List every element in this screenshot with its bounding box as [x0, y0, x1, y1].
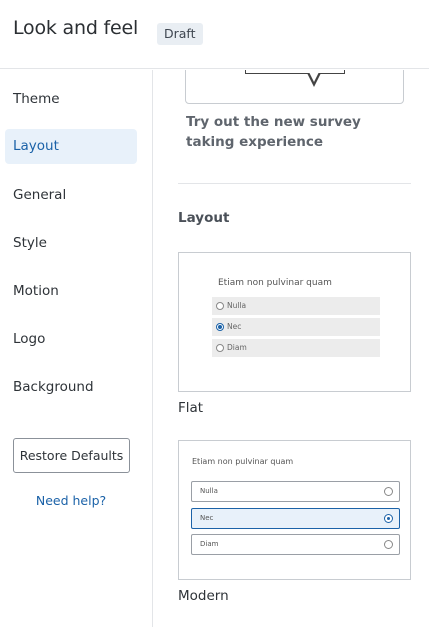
sidebar: Theme Layout General Style Motion Logo B…	[0, 70, 153, 627]
modern-choice-label: Nulla	[200, 487, 218, 495]
sidebar-item-motion[interactable]: Motion	[5, 274, 137, 309]
radio-icon	[216, 344, 224, 352]
main-panel: Try out the new survey taking experience…	[154, 70, 429, 627]
sidebar-item-layout[interactable]: Layout	[5, 129, 137, 164]
radio-selected-icon	[384, 514, 393, 523]
page-header: Look and feel Draft	[0, 0, 429, 69]
modern-choice-row: Diam	[191, 534, 400, 555]
layout-option-flat-label: Flat	[178, 400, 204, 416]
radio-selected-icon	[216, 323, 224, 331]
modern-question-text: Etiam non pulvinar quam	[192, 457, 294, 466]
flat-question-text: Etiam non pulvinar quam	[218, 278, 332, 288]
need-help-link[interactable]: Need help?	[0, 493, 142, 508]
sidebar-item-theme[interactable]: Theme	[5, 82, 137, 117]
flat-choice-label: Nec	[227, 322, 242, 331]
speech-bubble-icon	[245, 70, 345, 74]
modern-choice-label: Nec	[200, 514, 214, 522]
flat-choice-label: Nulla	[227, 301, 247, 310]
radio-icon	[384, 487, 393, 496]
modern-choice-label: Diam	[200, 540, 219, 548]
survey-experience-preview[interactable]	[185, 70, 404, 104]
layout-section-title: Layout	[178, 210, 230, 226]
layout-option-modern[interactable]: Etiam non pulvinar quam Nulla Nec Diam	[178, 440, 411, 580]
status-badge: Draft	[157, 23, 203, 45]
radio-icon	[384, 540, 393, 549]
restore-defaults-button[interactable]: Restore Defaults	[13, 438, 130, 473]
sidebar-item-logo[interactable]: Logo	[5, 322, 137, 357]
try-new-experience-text: Try out the new survey taking experience	[186, 114, 361, 150]
speech-bubble-tail	[307, 72, 321, 87]
flat-choice-label: Diam	[227, 343, 247, 352]
layout-option-modern-label: Modern	[178, 588, 229, 604]
modern-choice-row: Nulla	[191, 481, 400, 502]
sidebar-item-background[interactable]: Background	[5, 370, 137, 405]
layout-option-flat[interactable]: Etiam non pulvinar quam Nulla Nec Diam	[178, 252, 411, 392]
flat-choice-row: Diam	[212, 339, 380, 357]
radio-icon	[216, 302, 224, 310]
divider	[178, 183, 411, 184]
flat-choice-row: Nulla	[212, 297, 380, 315]
flat-choice-row: Nec	[212, 318, 380, 336]
modern-choice-row: Nec	[191, 508, 400, 529]
page-title: Look and feel	[13, 17, 139, 39]
sidebar-item-style[interactable]: Style	[5, 226, 137, 261]
sidebar-item-general[interactable]: General	[5, 178, 137, 213]
